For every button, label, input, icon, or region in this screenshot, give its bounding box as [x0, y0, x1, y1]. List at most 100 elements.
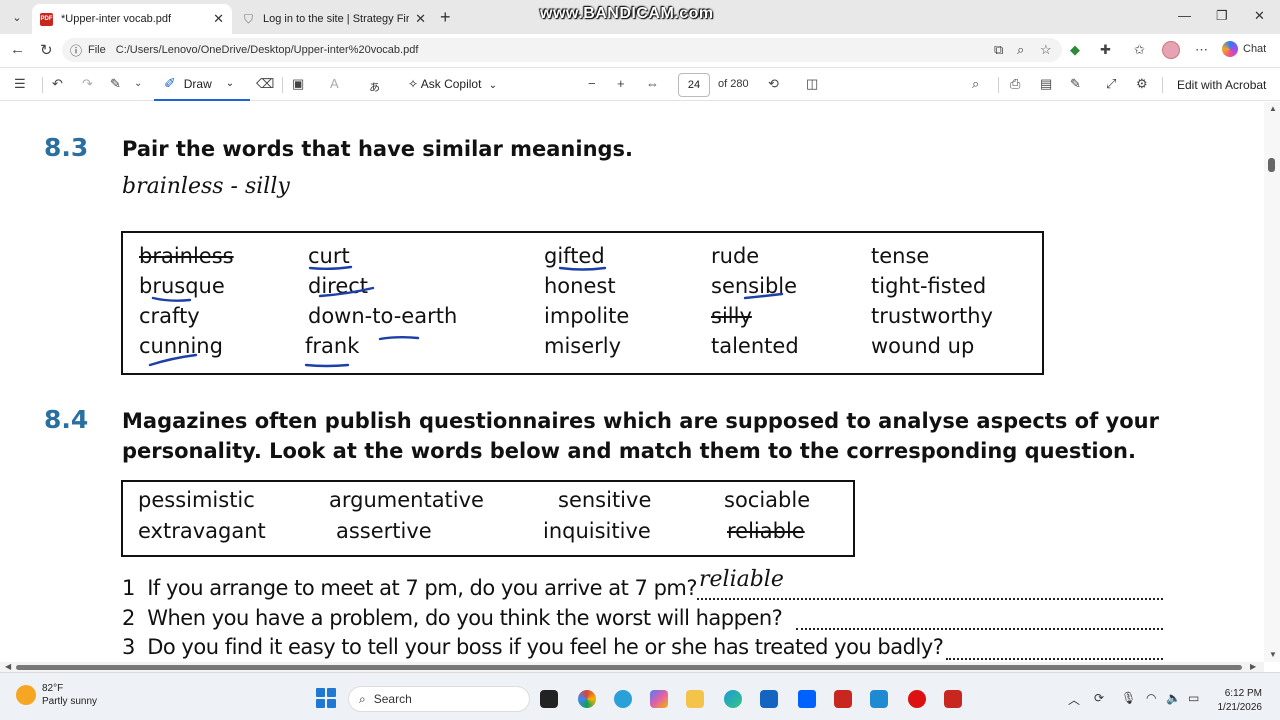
scroll-left-icon[interactable]: ◀	[5, 662, 11, 671]
copilot-app-icon[interactable]	[650, 690, 668, 708]
section-number: 8.3	[44, 133, 89, 162]
copilot-icon	[1222, 41, 1238, 57]
highlight-icon[interactable]: ✎	[110, 76, 121, 92]
contents-list-icon[interactable]: ☰	[14, 76, 26, 92]
settings-gear-icon[interactable]: ⚙	[1136, 76, 1148, 92]
edge-icon[interactable]	[724, 690, 742, 708]
scroll-up-icon[interactable]: ▲	[1269, 104, 1277, 113]
profile-avatar[interactable]	[1162, 41, 1180, 59]
word: gifted	[544, 244, 605, 268]
refresh-button[interactable]: ↻	[40, 41, 53, 59]
vertical-scroll-thumb[interactable]	[1268, 158, 1275, 172]
more-menu-icon[interactable]: ⋯	[1195, 42, 1208, 58]
chrome-icon[interactable]	[578, 690, 596, 708]
taskbar-search[interactable]: ⌕ Search	[348, 686, 530, 712]
word: sensitive	[558, 488, 652, 512]
zoom-icon[interactable]: ⌕	[1017, 42, 1024, 58]
copilot-dropdown-icon[interactable]: ⌄	[489, 80, 497, 91]
word: frank	[305, 334, 360, 358]
bandicam-record-icon[interactable]	[908, 690, 926, 708]
undo-icon[interactable]: ↶	[52, 76, 63, 92]
highlight-dropdown-icon[interactable]: ⌄	[134, 78, 142, 89]
scroll-down-icon[interactable]: ▼	[1269, 650, 1277, 659]
system-clock[interactable]: 6:12 PM 1/21/2026	[1214, 687, 1263, 715]
minimize-button[interactable]: —	[1178, 8, 1191, 23]
telegram-icon[interactable]	[614, 690, 632, 708]
handwritten-answer: reliable	[699, 567, 784, 592]
zoom-in-icon[interactable]: +	[617, 76, 625, 91]
address-bar[interactable]: ⓘ File C:/Users/Lenovo/OneDrive/Desktop/…	[62, 38, 1062, 62]
translate-icon[interactable]: ⧉	[994, 42, 1003, 58]
close-tab-icon[interactable]: ✕	[415, 11, 426, 27]
close-window-button[interactable]: ✕	[1254, 8, 1265, 24]
section-number: 8.4	[44, 405, 89, 434]
page-view-icon[interactable]: ◫	[806, 76, 818, 92]
start-windows-icon[interactable]	[316, 688, 336, 708]
weather-widget[interactable]: 82°F Partly sunny	[16, 682, 97, 708]
extension-icon[interactable]: ◆	[1070, 42, 1080, 58]
redo-icon[interactable]: ↷	[82, 76, 93, 92]
scroll-right-icon[interactable]: ▶	[1250, 662, 1256, 671]
weather-description: Partly sunny	[42, 696, 98, 707]
horizontal-scrollbar[interactable]: ◀ ▶	[0, 662, 1264, 672]
word: miserly	[544, 334, 622, 358]
clock-time: 6:12 PM	[1224, 688, 1262, 699]
file-explorer-icon[interactable]	[686, 690, 704, 708]
fullscreen-icon[interactable]: ⤢	[1106, 76, 1116, 92]
tray-chevron-icon[interactable]: ︿	[1068, 691, 1080, 708]
favorites-icon[interactable]: ✩	[1134, 42, 1145, 58]
vertical-scrollbar[interactable]: ▲ ▼	[1264, 102, 1280, 662]
zoom-out-icon[interactable]: −	[588, 76, 596, 91]
task-view-icon[interactable]	[540, 690, 558, 708]
favorite-star-icon[interactable]: ☆	[1040, 42, 1052, 58]
fit-page-icon[interactable]: ⇔	[646, 76, 659, 91]
recording-watermark: www.BANDICAM.com	[540, 5, 714, 22]
save-icon[interactable]: ▤	[1040, 76, 1052, 92]
print-icon[interactable]: ⎙	[1010, 76, 1020, 92]
url-text: C:/Users/Lenovo/OneDrive/Desktop/Upper-i…	[115, 44, 419, 56]
word: sensible	[711, 274, 798, 298]
word: extravagant	[138, 519, 266, 543]
battery-icon[interactable]: ▭	[1188, 691, 1199, 705]
microphone-icon[interactable]: 🎙	[1121, 691, 1136, 705]
rotate-icon[interactable]: ⟲	[768, 76, 779, 92]
eraser-icon[interactable]: ⌫	[256, 76, 274, 92]
sync-icon[interactable]: ⟳	[1094, 691, 1104, 705]
scheme-label: File	[88, 44, 106, 56]
wifi-icon[interactable]: ◠	[1146, 691, 1156, 705]
app-l-icon[interactable]	[834, 690, 852, 708]
shield-icon: ⛉	[243, 11, 253, 26]
volume-icon[interactable]: 🔈	[1166, 691, 1181, 705]
dropbox-icon[interactable]	[798, 690, 816, 708]
draw-button[interactable]: ✐ Draw ⌄	[154, 68, 250, 101]
new-tab-button[interactable]: +	[440, 7, 451, 28]
tab-login[interactable]: ⛉ Log in to the site | Strategy First In…	[234, 4, 434, 34]
question-row: 2 When you have a problem, do you think …	[122, 606, 783, 630]
info-icon[interactable]: ⓘ	[70, 42, 82, 59]
word: silly	[711, 304, 752, 328]
search-icon[interactable]: ⌕	[972, 76, 979, 92]
text-box-icon[interactable]: ▣	[292, 76, 304, 92]
edit-with-acrobat-button[interactable]: Edit with Acrobat	[1177, 78, 1266, 92]
vscode-icon[interactable]	[870, 690, 888, 708]
close-tab-icon[interactable]: ✕	[213, 11, 224, 27]
page-number-input[interactable]: 24	[678, 73, 710, 97]
ask-copilot-button[interactable]: ✧ Ask Copilot ⌄	[408, 77, 497, 91]
maximize-button[interactable]: ❐	[1216, 8, 1228, 24]
store-icon[interactable]	[760, 690, 778, 708]
copilot-chat-button[interactable]: Chat	[1222, 41, 1266, 57]
acrobat-icon[interactable]	[944, 690, 962, 708]
draw-dropdown-icon[interactable]: ⌄	[226, 78, 234, 89]
word: sociable	[724, 488, 811, 512]
font-size-icon[interactable]: A	[330, 76, 339, 91]
clock-date: 1/21/2026	[1217, 702, 1263, 713]
horizontal-scroll-thumb[interactable]	[16, 665, 1242, 670]
read-aloud-icon[interactable]: ぁ	[368, 76, 381, 95]
back-button[interactable]: ←	[10, 41, 25, 58]
tab-actions-menu-button[interactable]: ⌄	[6, 7, 28, 27]
pdf-page: 8.3 Pair the words that have similar mea…	[0, 102, 1264, 662]
save-as-icon[interactable]: ✎	[1070, 76, 1081, 92]
tab-pdf[interactable]: PDF *Upper-inter vocab.pdf ✕	[32, 4, 232, 34]
extensions-puzzle-icon[interactable]: ✚	[1100, 42, 1111, 58]
pdf-toolbar: ☰ ↶ ↷ ✎ ⌄ ✐ Draw ⌄ ⌫ ▣ A ぁ ✧ Ask Copilot…	[0, 67, 1280, 101]
